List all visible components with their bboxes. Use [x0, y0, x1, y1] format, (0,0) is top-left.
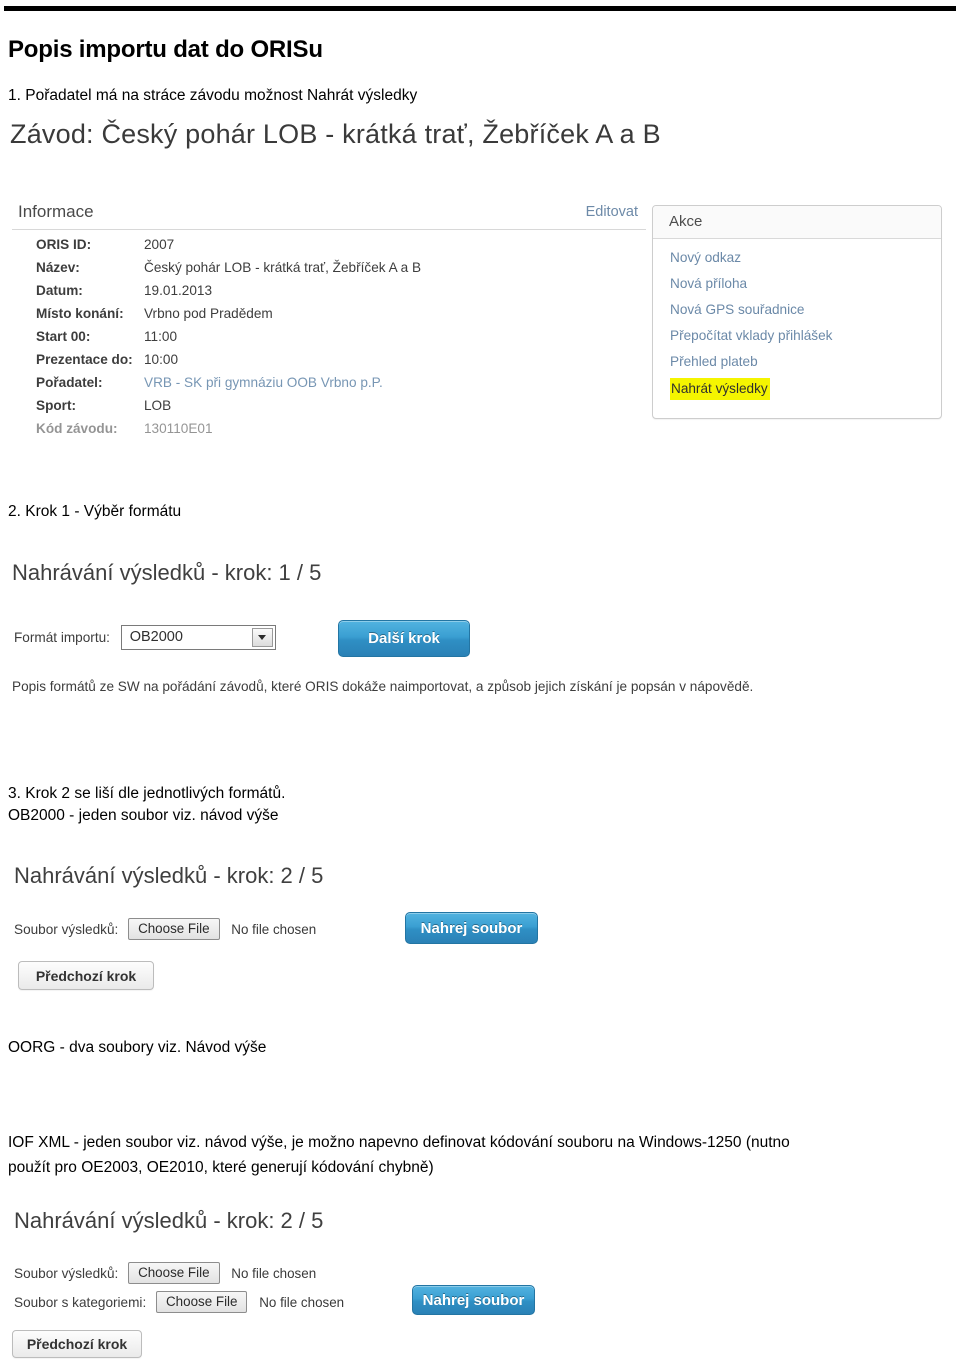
akce-item-nahrat-vysledky[interactable]: Nahrát výsledky	[653, 378, 941, 404]
info-row-value: Vrbno pod Pradědem	[144, 306, 273, 321]
file-status-text-categories: No file chosen	[259, 1294, 345, 1310]
info-row: Start 00: 11:00	[12, 329, 646, 352]
info-row-label: ORIS ID:	[36, 237, 92, 252]
nahrej-soubor-button-iof[interactable]: Nahrej soubor	[412, 1285, 535, 1315]
info-row: ORIS ID: 2007	[12, 237, 646, 260]
top-rule-divider	[4, 6, 956, 11]
soubor-vysledku-label: Soubor výsledků:	[14, 921, 119, 937]
info-row-value[interactable]: VRB - SK při gymnáziu OOB Vrbno p.P.	[144, 375, 383, 390]
informace-panel-header: Informace Editovat	[12, 200, 646, 230]
race-heading: Závod: Český pohár LOB - krátká trať, Že…	[10, 119, 661, 149]
step-3-caption-line2: OB2000 - jeden soubor viz. návod výše	[8, 807, 279, 824]
soubor-kategorie-row-iof: Soubor s kategoriemi: Choose File No fil…	[14, 1291, 344, 1313]
informace-panel: Informace Editovat ORIS ID: 2007 Název: …	[12, 200, 646, 438]
info-row: Název: Český pohár LOB - krátká trať, Že…	[12, 260, 646, 283]
format-description: Popis formátů ze SW na pořádání závodů, …	[12, 679, 754, 694]
info-row-label: Sport:	[36, 398, 77, 413]
predchozi-krok-button-ob2000[interactable]: Předchozí krok	[18, 961, 154, 990]
document-page: Popis importu dat do ORISu 1. Pořadatel …	[0, 0, 960, 1363]
file-status-text: No file chosen	[231, 921, 317, 937]
akce-item-label: Nahrát výsledky	[670, 378, 770, 400]
info-row-label: Pořadatel:	[36, 375, 103, 390]
akce-panel-header: Akce	[653, 206, 941, 239]
akce-list: Nový odkaz Nová příloha Nová GPS souřadn…	[653, 239, 941, 404]
format-import-select[interactable]: OB2000	[120, 625, 276, 650]
note-iof-xml-line2: použít pro OE2003, OE2010, které generuj…	[8, 1159, 434, 1176]
format-import-row: Formát importu: OB2000	[14, 625, 276, 650]
info-row-label: Kód závodu:	[36, 421, 118, 436]
soubor-vysledku-row-ob2000: Soubor výsledků: Choose File No file cho…	[14, 918, 316, 940]
choose-file-button-results[interactable]: Choose File	[128, 1262, 220, 1284]
info-row: Sport: LOB	[12, 398, 646, 421]
note-oorg: OORG - dva soubory viz. Návod výše	[8, 1039, 267, 1056]
upload-step1-heading: Nahrávání výsledků - krok: 1 / 5	[12, 560, 322, 585]
editovat-link[interactable]: Editovat	[586, 204, 638, 220]
step-2-caption: 2. Krok 1 - Výběr formátu	[8, 503, 182, 520]
choose-file-button-categories[interactable]: Choose File	[156, 1291, 248, 1313]
step-1-caption: 1. Pořadatel má na stráce závodu možnost…	[8, 87, 418, 104]
info-row-value: Český pohár LOB - krátká trať, Žebříček …	[144, 260, 422, 275]
info-row-value: 130110E01	[144, 421, 213, 436]
info-row-label: Prezentace do:	[36, 352, 133, 367]
info-row: Datum: 19.01.2013	[12, 283, 646, 306]
akce-item-prehled-plateb[interactable]: Přehled plateb	[653, 352, 941, 378]
info-row-value: 11:00	[144, 329, 178, 344]
akce-title: Akce	[669, 213, 703, 230]
info-row: Kód závodu: 130110E01	[12, 421, 646, 438]
soubor-kategorie-label: Soubor s kategoriemi:	[14, 1294, 147, 1310]
akce-item-nova-priloha[interactable]: Nová příloha	[653, 274, 941, 300]
predchozi-krok-button-iof[interactable]: Předchozí krok	[12, 1330, 142, 1358]
info-row-value: LOB	[144, 398, 172, 413]
chevron-down-icon[interactable]	[251, 628, 273, 647]
akce-item-label: Nový odkaz	[670, 250, 742, 265]
soubor-vysledku-label: Soubor výsledků:	[14, 1265, 119, 1281]
info-row-value: 19.01.2013	[144, 283, 213, 298]
info-row-value: 10:00	[144, 352, 179, 367]
akce-item-label: Nová příloha	[670, 276, 748, 291]
note-iof-xml-line1: IOF XML - jeden soubor viz. návod výše, …	[8, 1134, 790, 1151]
nahrej-soubor-button-ob2000[interactable]: Nahrej soubor	[405, 912, 538, 944]
akce-item-label: Přepočítat vklady přihlášek	[670, 328, 833, 343]
info-row-value: 2007	[144, 237, 175, 252]
info-row: Pořadatel: VRB - SK při gymnáziu OOB Vrb…	[12, 375, 646, 398]
info-row-label: Místo konání:	[36, 306, 124, 321]
info-row-label: Název:	[36, 260, 80, 275]
choose-file-button[interactable]: Choose File	[128, 918, 220, 940]
upload-step2-iof-heading: Nahrávání výsledků - krok: 2 / 5	[14, 1208, 324, 1233]
step-3-caption-line1: 3. Krok 2 se liší dle jednotlivých formá…	[8, 785, 286, 802]
info-row-label: Start 00:	[36, 329, 91, 344]
format-import-label: Formát importu:	[14, 630, 110, 645]
info-row: Prezentace do: 10:00	[12, 352, 646, 375]
file-status-text-results: No file chosen	[231, 1265, 317, 1281]
akce-item-label: Přehled plateb	[670, 354, 758, 369]
akce-item-prepocitat-vklady[interactable]: Přepočítat vklady přihlášek	[653, 326, 941, 352]
info-row-label: Datum:	[36, 283, 83, 298]
akce-panel: Akce Nový odkaz Nová příloha Nová GPS so…	[652, 205, 942, 419]
akce-item-nova-gps-souradnice[interactable]: Nová GPS souřadnice	[653, 300, 941, 326]
info-row: Místo konání: Vrbno pod Pradědem	[12, 306, 646, 329]
informace-title: Informace	[18, 202, 94, 221]
dalsi-krok-button[interactable]: Další krok	[338, 620, 470, 657]
soubor-vysledku-row-iof: Soubor výsledků: Choose File No file cho…	[14, 1262, 316, 1284]
informace-rows: ORIS ID: 2007 Název: Český pohár LOB - k…	[12, 230, 646, 438]
page-title: Popis importu dat do ORISu	[8, 36, 323, 63]
akce-item-novy-odkaz[interactable]: Nový odkaz	[653, 248, 941, 274]
upload-step2-ob2000-heading: Nahrávání výsledků - krok: 2 / 5	[14, 863, 324, 888]
akce-item-label: Nová GPS souřadnice	[670, 302, 805, 317]
format-import-selected-value: OB2000	[129, 629, 183, 645]
